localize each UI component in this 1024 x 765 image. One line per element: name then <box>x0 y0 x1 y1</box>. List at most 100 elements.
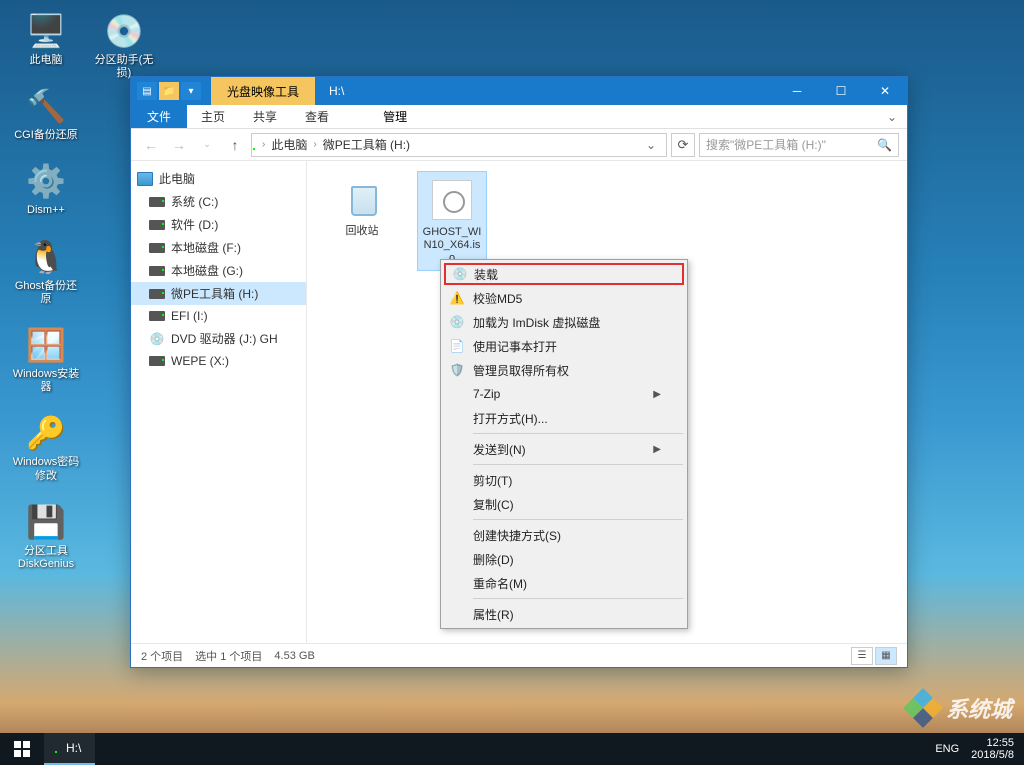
sidebar-item-drive-h[interactable]: 微PE工具箱 (H:) <box>131 282 306 305</box>
desktop-icon-cgi[interactable]: 🔨CGI备份还原 <box>10 85 82 142</box>
sidebar-item-drive-f[interactable]: 本地磁盘 (F:) <box>131 236 306 259</box>
titlebar-left: ▤ 📁 ▾ 光盘映像工具 H:\ <box>131 77 775 105</box>
status-size: 4.53 GB <box>274 650 314 662</box>
nav-back-button[interactable]: ← <box>139 133 163 157</box>
ctx-item-label: 7-Zip <box>473 387 500 401</box>
desktop-icon-wininstaller[interactable]: 🪟Windows安装器 <box>10 324 82 394</box>
breadcrumb-dropdown-icon[interactable]: ⌄ <box>640 138 662 152</box>
breadcrumb-item[interactable]: 此电脑 <box>271 136 307 153</box>
view-details-button[interactable]: ☰ <box>851 647 873 665</box>
disk-icon: 💾 <box>25 501 67 543</box>
window-controls: ─ ☐ ✕ <box>775 77 907 105</box>
sidebar-item-label: 本地磁盘 (G:) <box>171 262 243 279</box>
maximize-button[interactable]: ☐ <box>819 77 863 105</box>
start-button[interactable] <box>0 733 44 765</box>
drive-icon <box>149 240 165 256</box>
ctx-separator <box>473 598 683 599</box>
window-title: H:\ <box>329 84 344 98</box>
drive-icon <box>149 353 165 369</box>
ctx-item-mount[interactable]: 💿装载 <box>444 263 684 285</box>
file-item-iso[interactable]: GHOST_WIN10_X64.iso <box>417 171 487 271</box>
file-item-recycle-bin[interactable]: 回收站 <box>327 171 397 242</box>
desktop-icon-partition[interactable]: 💿分区助手(无损) <box>88 10 160 80</box>
nav-up-button[interactable]: ↑ <box>223 133 247 157</box>
ribbon-tab-manage[interactable]: 管理 <box>369 105 421 128</box>
nav-row: ← → ⌄ ↑ › 此电脑 › 微PE工具箱 (H:) ⌄ ⟳ 搜索"微PE工具… <box>131 129 907 161</box>
gear-icon: ⚙️ <box>25 160 67 202</box>
sidebar-item-drive-d[interactable]: 软件 (D:) <box>131 213 306 236</box>
windows-logo-icon <box>14 741 30 757</box>
desktop-icon-winpasswd[interactable]: 🔑Windows密码修改 <box>10 412 82 482</box>
ctx-item-label: 校验MD5 <box>473 290 522 307</box>
ribbon-tab-view[interactable]: 查看 <box>291 105 343 128</box>
desktop-icon-label: 此电脑 <box>30 54 63 67</box>
ctx-item-delete[interactable]: 删除(D) <box>443 547 685 571</box>
desktop-icons-col1: 🖥️此电脑 🔨CGI备份还原 ⚙️Dism++ 🐧Ghost备份还原 🪟Wind… <box>10 10 82 571</box>
taskbar-item-explorer[interactable]: H:\ <box>44 733 95 765</box>
qat-newfolder-icon[interactable]: 📁 <box>159 82 179 100</box>
tray-lang[interactable]: ENG <box>935 743 959 755</box>
ctx-item-takeowner[interactable]: 🛡️管理员取得所有权 <box>443 358 685 382</box>
desktop-icon-ghost[interactable]: 🐧Ghost备份还原 <box>10 236 82 306</box>
desktop-icon-label: 分区工具DiskGenius <box>10 545 82 571</box>
ribbon-tab-home[interactable]: 主页 <box>187 105 239 128</box>
refresh-button[interactable]: ⟳ <box>671 133 695 157</box>
ribbon-file-tab[interactable]: 文件 <box>131 105 187 128</box>
ctx-item-notepad[interactable]: 📄使用记事本打开 <box>443 334 685 358</box>
tray-date: 2018/5/8 <box>971 749 1014 761</box>
sidebar-item-this-pc[interactable]: 此电脑 <box>131 167 306 190</box>
close-button[interactable]: ✕ <box>863 77 907 105</box>
partition-icon: 💿 <box>103 10 145 52</box>
ctx-item-shortcut[interactable]: 创建快捷方式(S) <box>443 523 685 547</box>
quick-access-toolbar: ▤ 📁 ▾ <box>137 82 201 100</box>
ghost-icon: 🐧 <box>25 236 67 278</box>
sidebar-item-drive-x[interactable]: WEPE (X:) <box>131 350 306 372</box>
monitor-icon <box>137 171 153 187</box>
desktop-icon-this-pc[interactable]: 🖥️此电脑 <box>10 10 82 67</box>
sidebar-item-label: DVD 驱动器 (J:) GH <box>171 330 278 347</box>
sidebar-item-label: 软件 (D:) <box>171 216 218 233</box>
titlebar[interactable]: ▤ 📁 ▾ 光盘映像工具 H:\ ─ ☐ ✕ <box>131 77 907 105</box>
ctx-item-7zip[interactable]: 7-Zip▶ <box>443 382 685 406</box>
disc-icon: 💿 <box>452 266 468 282</box>
sidebar-item-drive-i[interactable]: EFI (I:) <box>131 305 306 327</box>
ctx-item-copy[interactable]: 复制(C) <box>443 492 685 516</box>
search-placeholder: 搜索"微PE工具箱 (H:)" <box>706 136 826 153</box>
qat-dropdown-icon[interactable]: ▾ <box>181 82 201 100</box>
ctx-item-sendto[interactable]: 发送到(N)▶ <box>443 437 685 461</box>
ctx-item-label: 加载为 ImDisk 虚拟磁盘 <box>473 314 600 331</box>
sidebar-item-label: EFI (I:) <box>171 309 208 323</box>
minimize-button[interactable]: ─ <box>775 77 819 105</box>
ribbon-expand-icon[interactable]: ⌄ <box>877 105 907 128</box>
ctx-item-cut[interactable]: 剪切(T) <box>443 468 685 492</box>
sidebar-item-drive-g[interactable]: 本地磁盘 (G:) <box>131 259 306 282</box>
ctx-item-imdisk[interactable]: 💿加载为 ImDisk 虚拟磁盘 <box>443 310 685 334</box>
breadcrumb[interactable]: › 此电脑 › 微PE工具箱 (H:) ⌄ <box>251 133 667 157</box>
ribbon: 文件 主页 共享 查看 管理 ⌄ <box>131 105 907 129</box>
qat-properties-icon[interactable]: ▤ <box>137 82 157 100</box>
ctx-separator <box>473 519 683 520</box>
ctx-item-md5[interactable]: ⚠️校验MD5 <box>443 286 685 310</box>
tray-clock[interactable]: 12:55 2018/5/8 <box>971 737 1014 761</box>
breadcrumb-item[interactable]: 微PE工具箱 (H:) <box>323 136 410 153</box>
search-input[interactable]: 搜索"微PE工具箱 (H:)" 🔍 <box>699 133 899 157</box>
desktop-icon-dism[interactable]: ⚙️Dism++ <box>10 160 82 217</box>
ctx-item-properties[interactable]: 属性(R) <box>443 602 685 626</box>
file-label: 回收站 <box>346 225 379 238</box>
ctx-item-label: 创建快捷方式(S) <box>473 527 561 544</box>
ctx-item-label: 属性(R) <box>473 606 514 623</box>
chevron-right-icon: › <box>313 139 316 150</box>
nav-forward-button[interactable]: → <box>167 133 191 157</box>
drive-icon <box>149 308 165 324</box>
view-icons-button[interactable]: ▦ <box>875 647 897 665</box>
ribbon-tab-share[interactable]: 共享 <box>239 105 291 128</box>
desktop-icon-diskgenius[interactable]: 💾分区工具DiskGenius <box>10 501 82 571</box>
ctx-item-openwith[interactable]: 打开方式(H)... <box>443 406 685 430</box>
ctx-item-rename[interactable]: 重命名(M) <box>443 571 685 595</box>
sidebar-item-label: 微PE工具箱 (H:) <box>171 285 258 302</box>
ctx-item-label: 使用记事本打开 <box>473 338 557 355</box>
sidebar-item-drive-j[interactable]: 💿DVD 驱动器 (J:) GH <box>131 327 306 350</box>
nav-history-dropdown[interactable]: ⌄ <box>195 133 219 157</box>
sidebar: 此电脑 系统 (C:) 软件 (D:) 本地磁盘 (F:) 本地磁盘 (G:) … <box>131 161 307 643</box>
sidebar-item-drive-c[interactable]: 系统 (C:) <box>131 190 306 213</box>
